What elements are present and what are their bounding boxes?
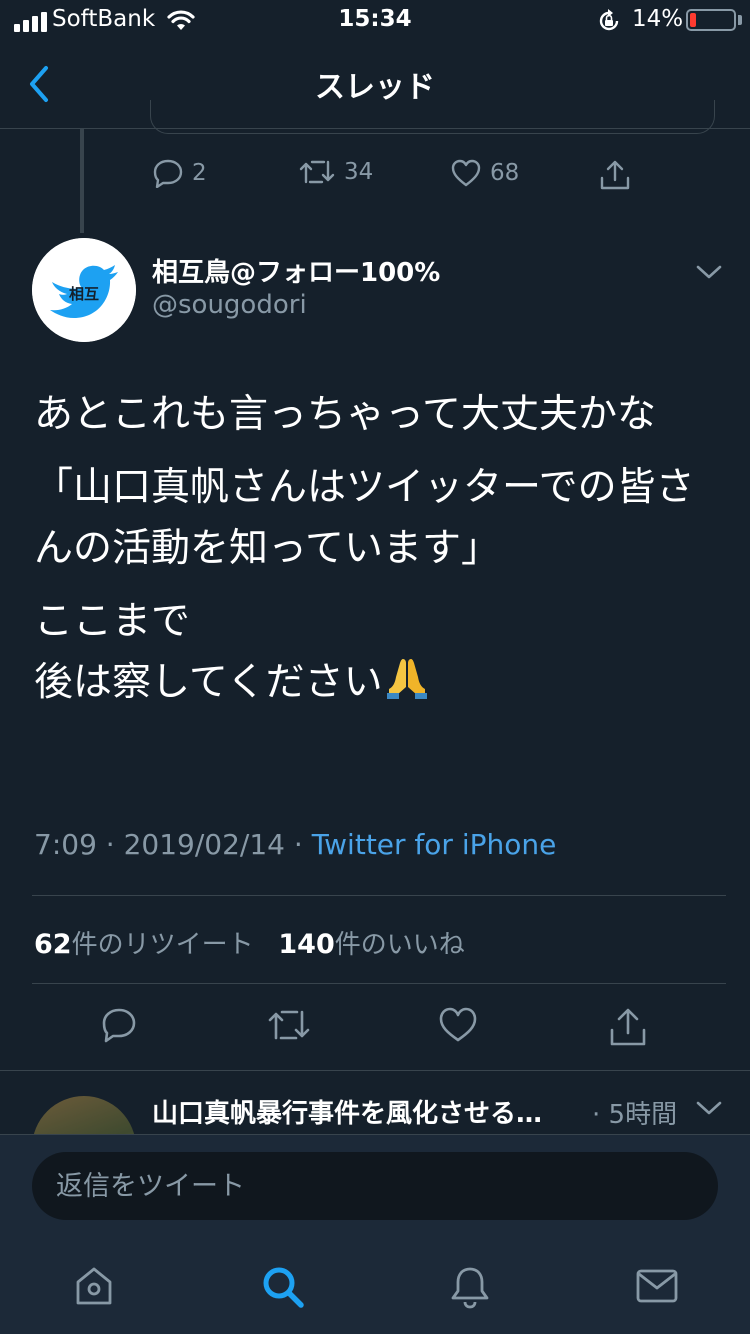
retweet-icon[interactable] xyxy=(266,1006,312,1044)
heart-icon[interactable] xyxy=(438,1006,478,1044)
prev-like-count: 68 xyxy=(490,160,520,186)
reply-input[interactable] xyxy=(32,1152,718,1220)
retweet-count: 62 xyxy=(34,929,72,960)
author-display-name[interactable]: 相互鳥@フォロー100% xyxy=(152,252,440,289)
status-bar: SoftBank 15:34 14% xyxy=(0,0,750,40)
thread-connector-line xyxy=(80,129,84,233)
prev-retweet-button[interactable]: 34 xyxy=(298,158,373,186)
reply-timestamp: · 5時間 xyxy=(592,1100,678,1130)
retweet-count-label: 件のリツイート xyxy=(71,930,254,960)
tweet-text: あとこれも言っちゃって大丈夫かな 「山口真帆さんはツイッターでの皆さんの活動を知… xyxy=(34,384,724,725)
tweet-paragraph: あとこれも言っちゃって大丈夫かな xyxy=(34,392,657,437)
tweet-date: 2019/02/14 xyxy=(123,828,285,861)
reply-icon xyxy=(153,159,183,188)
like-stat[interactable]: 140件のいいね xyxy=(278,929,465,960)
tweet-meta: 7:09 · 2019/02/14 · Twitter for iPhone xyxy=(34,828,557,861)
retweet-icon xyxy=(299,160,335,184)
rotation-lock-icon xyxy=(599,9,619,31)
avatar[interactable]: 相互 xyxy=(32,238,136,342)
divider xyxy=(32,895,726,896)
prev-like-button[interactable]: 68 xyxy=(450,158,519,188)
bird-logo-icon: 相互 xyxy=(32,238,136,342)
tweet-client-link[interactable]: Twitter for iPhone xyxy=(312,828,557,861)
chevron-down-icon[interactable] xyxy=(694,1098,724,1118)
retweet-stat[interactable]: 62件のリツイート xyxy=(34,929,254,960)
chevron-down-icon[interactable] xyxy=(694,262,724,282)
prev-reply-button[interactable]: 2 xyxy=(152,158,207,188)
folded-hands-emoji-icon xyxy=(386,659,427,699)
prev-reply-count: 2 xyxy=(192,160,207,186)
reply-icon[interactable] xyxy=(100,1006,138,1044)
share-icon xyxy=(600,160,630,190)
search-icon[interactable] xyxy=(260,1264,306,1310)
like-count: 140 xyxy=(278,929,335,960)
battery-percent: 14% xyxy=(632,6,684,32)
prev-share-button[interactable] xyxy=(598,158,632,192)
notifications-icon[interactable] xyxy=(448,1264,492,1310)
avatar-text: 相互 xyxy=(69,285,99,303)
messages-icon[interactable] xyxy=(634,1264,680,1308)
heart-icon xyxy=(451,159,481,187)
like-count-label: 件のいいね xyxy=(334,930,465,960)
reply-composer[interactable] xyxy=(32,1152,718,1220)
prev-retweet-count: 34 xyxy=(344,159,374,185)
tweet-paragraph: ここまで 後は察してください xyxy=(34,591,724,713)
tweet-stats: 62件のリツイート 140件のいいね xyxy=(34,924,465,961)
battery-nub xyxy=(738,15,742,25)
author-handle[interactable]: @sougodori xyxy=(152,290,307,320)
battery-level-fill xyxy=(690,13,696,27)
home-icon[interactable] xyxy=(72,1264,116,1308)
divider xyxy=(32,983,726,984)
tweet-time: 7:09 xyxy=(34,828,97,861)
section-divider xyxy=(0,1070,750,1071)
battery-icon xyxy=(686,9,736,31)
share-icon[interactable] xyxy=(608,1006,648,1048)
tweet-paragraph-text: ここまで 後は察してください xyxy=(34,599,383,705)
tweet-paragraph: 「山口真帆さんはツイッターでの皆さんの活動を知っています」 xyxy=(34,465,695,571)
reply-author-name[interactable]: 山口真帆暴行事件を風化させる… xyxy=(152,1093,582,1130)
quoted-card-edge[interactable] xyxy=(150,100,715,134)
